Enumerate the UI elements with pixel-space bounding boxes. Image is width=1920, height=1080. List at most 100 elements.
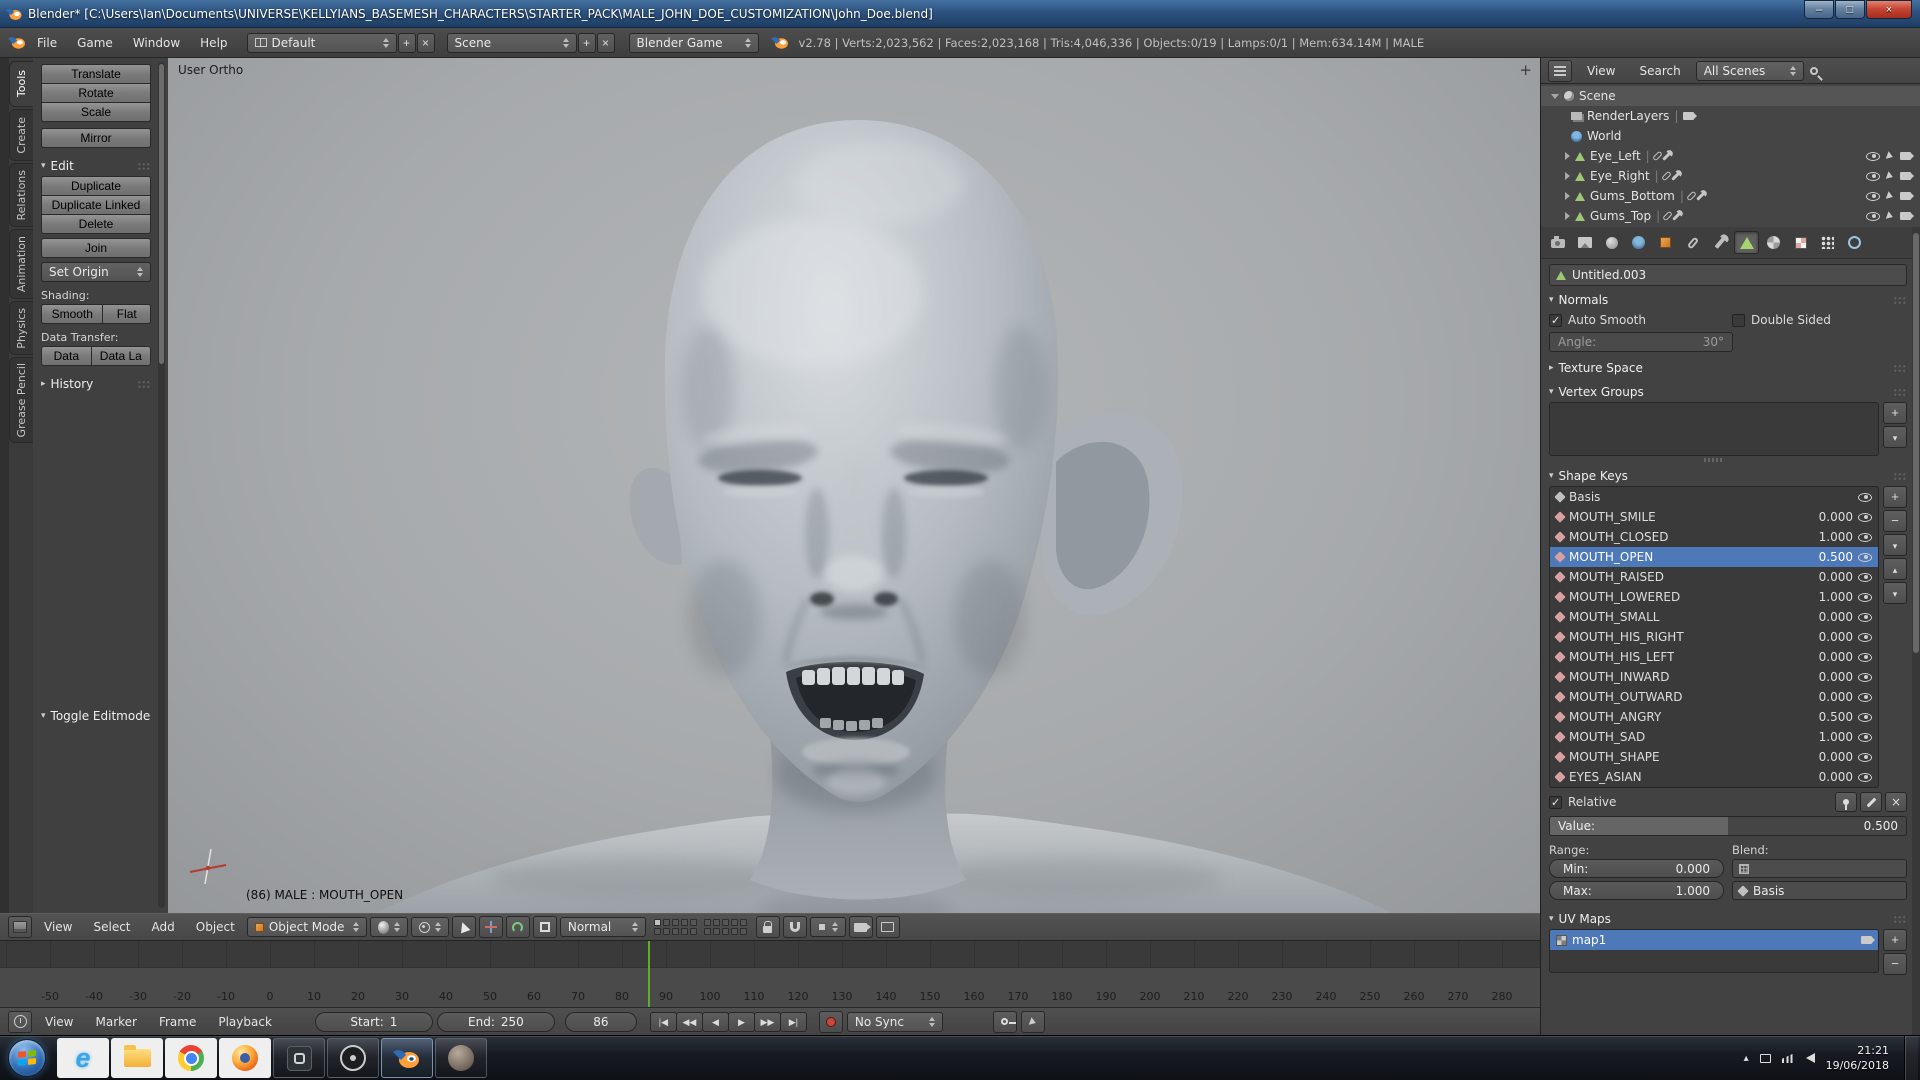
lock-to-scene-button[interactable] — [755, 916, 780, 938]
shape-key-row[interactable]: MOUTH_ANGRY 0.500 — [1550, 707, 1878, 727]
eye-icon[interactable] — [1858, 732, 1872, 742]
panel-drag-dots-icon[interactable] — [137, 161, 151, 171]
vertex-group-specials-button[interactable] — [1883, 426, 1907, 448]
outliner-item-scene[interactable]: Scene — [1541, 86, 1920, 106]
tab-object[interactable] — [1653, 231, 1678, 254]
selectable-icon[interactable] — [1885, 191, 1895, 201]
rotate-button[interactable]: Rotate — [41, 83, 151, 103]
add-uv-map-button[interactable] — [1883, 929, 1907, 951]
tray-window-icon[interactable] — [1759, 1053, 1771, 1063]
shape-key-row[interactable]: MOUTH_SMALL 0.000 — [1550, 607, 1878, 627]
tab-world[interactable] — [1626, 231, 1651, 254]
layer-dot[interactable] — [739, 918, 747, 926]
remove-shape-key-button[interactable] — [1883, 510, 1907, 532]
translate-manipulator-button[interactable] — [478, 916, 503, 938]
eye-icon[interactable] — [1866, 171, 1880, 181]
panel-drag-dots-icon[interactable] — [137, 379, 151, 389]
eye-icon[interactable] — [1858, 492, 1872, 502]
layer-dot[interactable] — [662, 918, 670, 926]
shape-key-row[interactable]: MOUTH_LOWERED 1.000 — [1550, 587, 1878, 607]
layer-dot[interactable] — [671, 927, 679, 935]
tab-scene[interactable] — [1599, 231, 1624, 254]
taskbar-ie-icon[interactable] — [57, 1038, 109, 1078]
set-origin-dropdown[interactable]: Set Origin — [41, 262, 151, 282]
eye-icon[interactable] — [1858, 672, 1872, 682]
texture-space-panel-header[interactable]: Texture Space — [1549, 358, 1907, 378]
shape-key-row[interactable]: MOUTH_CLOSED 1.000 — [1550, 527, 1878, 547]
snap-element-dropdown[interactable] — [809, 917, 846, 937]
timeline-menu-frame[interactable]: Frame — [150, 1015, 205, 1029]
disclosure-closed-icon[interactable] — [1565, 172, 1570, 180]
jump-to-start-button[interactable]: |◀ — [649, 1011, 677, 1032]
outliner-menu-view[interactable]: View — [1578, 64, 1624, 78]
properties-scrollbar[interactable] — [1912, 227, 1920, 1035]
auto-smooth-checkbox[interactable]: Auto Smooth — [1549, 310, 1724, 330]
opengl-render-button[interactable] — [848, 916, 873, 938]
eye-icon[interactable] — [1858, 752, 1872, 762]
tab-physics[interactable]: Physics — [9, 301, 33, 355]
frame-end-field[interactable]: End: 250 — [436, 1011, 555, 1032]
tab-object-data[interactable] — [1734, 231, 1759, 254]
eye-icon[interactable] — [1858, 712, 1872, 722]
layer-dot[interactable] — [653, 918, 661, 926]
mirror-button[interactable]: Mirror — [41, 128, 151, 148]
shade-flat-button[interactable]: Flat — [102, 304, 151, 324]
shape-key-row[interactable]: MOUTH_SHAPE 0.000 — [1550, 747, 1878, 767]
outliner-item-eye-right[interactable]: Eye_Right | — [1541, 166, 1920, 186]
timeline-keyframe-area[interactable] — [0, 941, 1540, 967]
layers-widget[interactable] — [653, 918, 748, 936]
layer-dot[interactable] — [730, 918, 738, 926]
eye-icon[interactable] — [1866, 191, 1880, 201]
vertex-groups-list[interactable] — [1549, 402, 1879, 456]
shape-key-row[interactable]: MOUTH_INWARD 0.000 — [1550, 667, 1878, 687]
remove-uv-map-button[interactable] — [1883, 953, 1907, 975]
disclosure-closed-icon[interactable] — [1565, 192, 1570, 200]
tab-animation[interactable]: Animation — [9, 229, 33, 299]
layer-dot[interactable] — [680, 927, 688, 935]
layer-dot[interactable] — [671, 918, 679, 926]
menu-help[interactable]: Help — [191, 36, 236, 50]
screen-layout-selector[interactable]: Default — [246, 32, 397, 53]
tab-particles[interactable] — [1815, 231, 1840, 254]
play-reverse-button[interactable]: ◀ — [701, 1011, 729, 1032]
range-min-field[interactable]: Min: 0.000 — [1549, 859, 1724, 878]
show-desktop-button[interactable] — [1904, 1035, 1918, 1080]
blender-menu-icon[interactable] — [8, 35, 26, 50]
close-button[interactable]: × — [1866, 0, 1912, 19]
panel-drag-dots-icon[interactable] — [1893, 387, 1907, 397]
shape-key-value-slider[interactable]: Value: 0.500 — [1549, 816, 1907, 836]
tool-shelf-scrollbar[interactable] — [158, 62, 165, 908]
layer-dot[interactable] — [712, 927, 720, 935]
outliner-item-world[interactable]: World — [1541, 126, 1920, 146]
layer-dot[interactable] — [689, 918, 697, 926]
selectable-icon[interactable] — [1885, 171, 1895, 181]
disclosure-closed-icon[interactable] — [1565, 212, 1570, 220]
rotate-manipulator-button[interactable] — [505, 916, 530, 938]
layer-dot[interactable] — [662, 927, 670, 935]
minimize-button[interactable]: – — [1804, 0, 1834, 19]
panel-drag-dots-icon[interactable] — [1893, 471, 1907, 481]
taskbar-app-window-icon[interactable] — [273, 1038, 325, 1078]
renderable-icon[interactable] — [1900, 192, 1914, 200]
menu-window[interactable]: Window — [124, 36, 189, 50]
delete-button[interactable]: Delete — [41, 214, 151, 234]
shape-key-row[interactable]: EYES_ASIAN 0.000 — [1550, 767, 1878, 787]
shape-key-clear-button[interactable] — [1885, 792, 1907, 812]
layer-dot[interactable] — [730, 927, 738, 935]
layer-dot[interactable] — [689, 927, 697, 935]
outliner-menu-search[interactable]: Search — [1630, 64, 1689, 78]
eye-icon[interactable] — [1858, 532, 1872, 542]
move-shape-key-down-button[interactable] — [1883, 582, 1907, 604]
timeline-menu-view[interactable]: View — [36, 1015, 82, 1029]
viewport-shading-dropdown[interactable] — [369, 917, 408, 937]
panel-drag-dots-icon[interactable] — [1893, 363, 1907, 373]
shade-smooth-button[interactable]: Smooth — [41, 304, 104, 324]
tab-texture[interactable] — [1788, 231, 1813, 254]
render-icon[interactable] — [1861, 936, 1875, 944]
taskbar-explorer-icon[interactable] — [111, 1038, 163, 1078]
panel-drag-dots-icon[interactable] — [1893, 295, 1907, 305]
normals-panel-header[interactable]: Normals — [1549, 290, 1907, 310]
renderable-icon[interactable] — [1900, 152, 1914, 160]
tab-render[interactable] — [1545, 231, 1570, 254]
menu-file[interactable]: File — [28, 36, 66, 50]
